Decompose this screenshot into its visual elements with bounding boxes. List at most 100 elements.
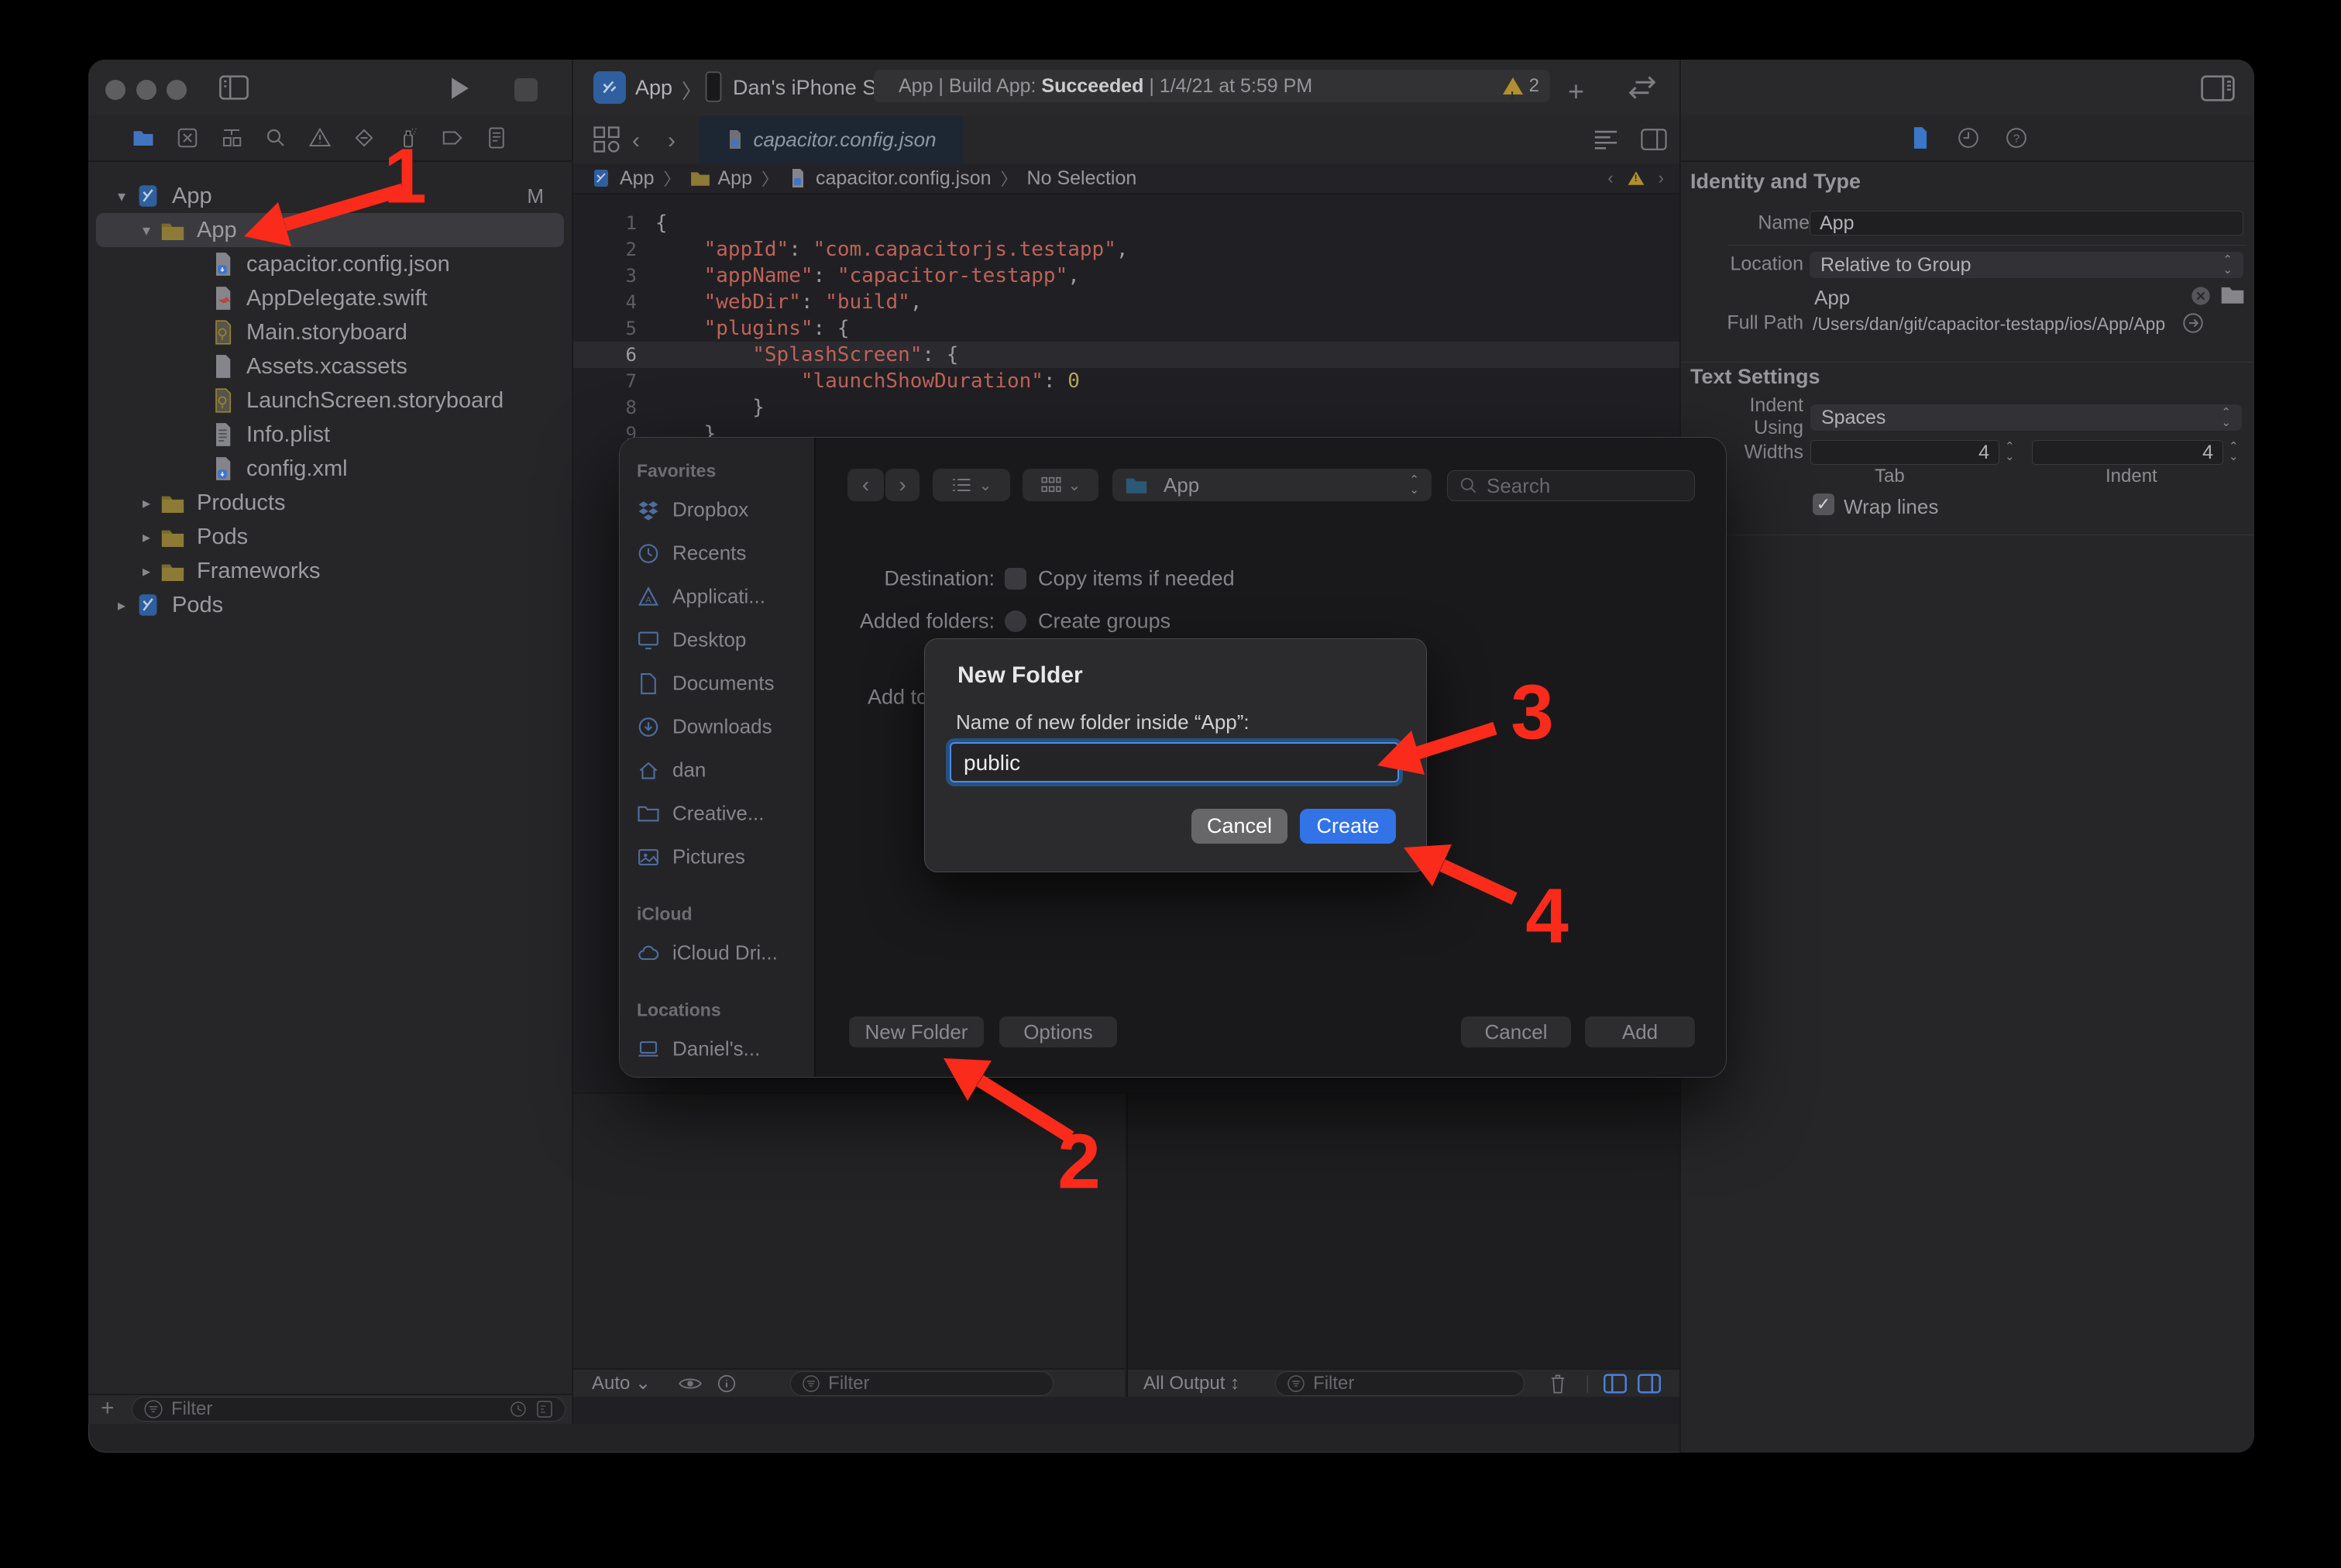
sheet-search-field[interactable]: Search <box>1447 470 1695 501</box>
disclosure-open-icon[interactable]: ▾ <box>110 187 133 206</box>
help-inspector-tab-icon[interactable]: ? <box>2005 126 2028 150</box>
prev-issue-icon[interactable]: ‹ <box>1607 168 1613 188</box>
dialog-create-button[interactable]: Create <box>1300 809 1396 844</box>
sidebar-item-dropbox[interactable]: Dropbox <box>637 498 748 522</box>
tab-width-field[interactable]: 4 <box>1810 440 1999 465</box>
indent-width-stepper[interactable]: ⌃⌄ <box>2229 442 2239 462</box>
info-icon[interactable] <box>717 1374 736 1393</box>
trash-icon[interactable] <box>1548 1373 1568 1394</box>
zoom-window-button[interactable] <box>167 80 187 100</box>
file-inspector-tab-icon[interactable] <box>1909 126 1932 150</box>
tree-row-products[interactable]: ▸Products <box>96 486 564 520</box>
tree-row-launchscreen-storyboard[interactable]: LaunchScreen.storyboard <box>96 383 564 418</box>
jump-crumb[interactable]: capacitor.config.json <box>816 167 992 190</box>
icon-view-dropdown[interactable]: ⌄ <box>1023 469 1098 501</box>
tree-row-app[interactable]: ▾AppM <box>96 179 564 213</box>
sidebar-item-recents[interactable]: Recents <box>637 542 746 566</box>
editor-layout-icon[interactable] <box>1641 128 1667 151</box>
eye-icon[interactable] <box>679 1375 702 1392</box>
run-button[interactable] <box>449 77 471 100</box>
history-inspector-tab-icon[interactable] <box>1957 126 1980 150</box>
list-view-dropdown[interactable]: ⌄ <box>933 469 1010 501</box>
indent-width-field[interactable]: 4 <box>2032 440 2223 465</box>
source-code[interactable]: 1{2 "appId": "com.capacitorjs.testapp",3… <box>573 210 1681 447</box>
sheet-options-button[interactable]: Options <box>999 1016 1117 1047</box>
variables-scope-dropdown[interactable]: Auto ⌄ <box>573 1372 651 1394</box>
jump-crumb[interactable]: No Selection <box>1027 167 1137 190</box>
sidebar-item-icloud-dri-[interactable]: iCloud Dri... <box>637 941 778 965</box>
sheet-cancel-button[interactable]: Cancel <box>1461 1016 1571 1047</box>
minimap-icon[interactable] <box>1593 128 1619 151</box>
navigator-tab-source-control-icon[interactable] <box>176 126 199 150</box>
stop-button[interactable] <box>514 78 538 101</box>
activity-status[interactable]: App | Build App: Succeeded | 1/4/21 at 5… <box>874 70 1550 102</box>
tree-row-capacitor-config-json[interactable]: capacitor.config.json <box>96 247 564 281</box>
jump-crumb[interactable]: App <box>620 167 654 190</box>
toggle-variables-icon[interactable] <box>1604 1374 1627 1394</box>
sidebar-item-desktop[interactable]: Desktop <box>637 628 746 652</box>
jump-crumb[interactable]: App <box>718 167 752 190</box>
scheme-app-icon[interactable] <box>593 71 626 104</box>
editor-tab[interactable]: capacitor.config.json <box>699 115 963 163</box>
warning-badge[interactable]: 2 <box>1503 70 1539 102</box>
add-editor-icon[interactable]: + <box>1568 75 1584 108</box>
add-file-button[interactable]: + <box>101 1395 115 1422</box>
navigator-tab-reports-icon[interactable] <box>485 126 508 150</box>
navigator-tab-tests-icon[interactable] <box>352 126 376 150</box>
navigator-filter-field[interactable]: Filter <box>132 1397 565 1422</box>
navigator-tab-symbols-icon[interactable] <box>220 126 243 150</box>
folder-name-input[interactable]: public <box>950 742 1399 782</box>
wrap-lines-checkbox[interactable]: ✓ <box>1813 493 1834 515</box>
console-filter-field[interactable]: Filter <box>1275 1371 1525 1396</box>
related-items-icon[interactable] <box>593 126 620 153</box>
sidebar-item-documents[interactable]: Documents <box>637 672 775 696</box>
scm-filter-icon[interactable] <box>535 1400 554 1418</box>
swap-editor-icon[interactable] <box>1625 74 1659 101</box>
tree-row-app[interactable]: ▾App <box>96 213 564 247</box>
sidebar-item-dan[interactable]: dan <box>637 758 706 782</box>
minimize-window-button[interactable] <box>136 80 156 100</box>
scheme-name[interactable]: App <box>635 76 672 100</box>
back-button[interactable]: ‹ <box>632 128 640 154</box>
tree-row-info-plist[interactable]: Info.plist <box>96 418 564 452</box>
name-field[interactable]: App <box>1810 211 2243 236</box>
sheet-new-folder-button[interactable]: New Folder <box>849 1016 984 1047</box>
dialog-cancel-button[interactable]: Cancel <box>1191 809 1287 844</box>
recent-filter-icon[interactable] <box>509 1400 528 1418</box>
goto-path-icon[interactable] <box>2183 313 2203 333</box>
tree-row-pods[interactable]: ▸Pods <box>96 520 564 554</box>
issue-warning-icon[interactable] <box>1628 171 1644 185</box>
navigator-tab-breakpoints-icon[interactable] <box>441 126 464 150</box>
toggle-navigator-icon[interactable] <box>218 75 249 100</box>
location-dropdown[interactable]: Relative to Group ⌃⌄ <box>1810 252 2243 278</box>
choose-folder-icon[interactable] <box>2220 284 2245 304</box>
create-groups-radio[interactable] <box>1005 610 1026 632</box>
variables-filter-field[interactable]: Filter <box>790 1371 1054 1396</box>
disclosure-closed-icon[interactable]: ▸ <box>135 562 158 581</box>
disclosure-closed-icon[interactable]: ▸ <box>135 528 158 547</box>
tree-row-frameworks[interactable]: ▸Frameworks <box>96 554 564 588</box>
disclosure-open-icon[interactable]: ▾ <box>135 221 158 240</box>
sidebar-item-pictures[interactable]: Pictures <box>637 845 745 869</box>
sidebar-item-downloads[interactable]: Downloads <box>637 715 772 739</box>
clear-group-icon[interactable] <box>2191 286 2211 306</box>
disclosure-closed-icon[interactable]: ▸ <box>110 596 133 615</box>
sidebar-item-creative-[interactable]: Creative... <box>637 802 765 826</box>
copy-items-checkbox[interactable] <box>1005 568 1026 590</box>
tree-row-appdelegate-swift[interactable]: AppDelegate.swift <box>96 281 564 315</box>
navigator-tab-issues-icon[interactable] <box>308 126 332 150</box>
console-scope-dropdown[interactable]: All Output ↕ <box>1128 1373 1239 1394</box>
tree-row-config-xml[interactable]: config.xml <box>96 452 564 486</box>
disclosure-closed-icon[interactable]: ▸ <box>135 493 158 513</box>
run-destination[interactable]: Dan's iPhone SE <box>733 76 890 100</box>
sheet-forward-button[interactable]: › <box>885 469 920 501</box>
navigator-tab-search-icon[interactable] <box>264 126 287 150</box>
sheet-back-button[interactable]: ‹ <box>847 469 884 501</box>
sheet-add-button[interactable]: Add <box>1585 1016 1695 1047</box>
navigator-tab-project-icon[interactable] <box>132 126 155 150</box>
sidebar-item-daniel-s-[interactable]: Daniel's... <box>637 1037 760 1061</box>
jump-bar[interactable]: App 〉 App 〉 capacitor.config.json 〉 No S… <box>573 163 1681 194</box>
toggle-console-icon[interactable] <box>1638 1374 1661 1394</box>
toggle-inspector-icon[interactable] <box>2200 75 2236 101</box>
tree-row-main-storyboard[interactable]: Main.storyboard <box>96 315 564 349</box>
